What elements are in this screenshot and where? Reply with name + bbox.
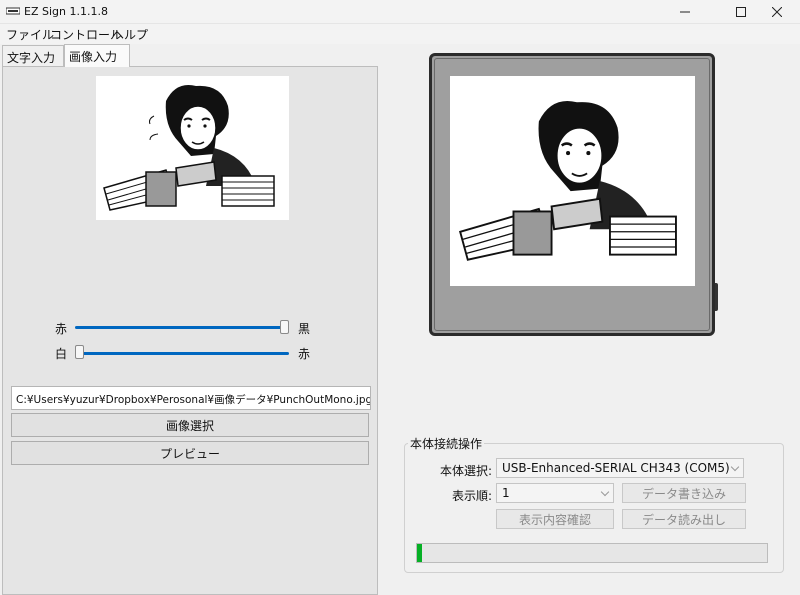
device-select-value: USB-Enhanced-SERIAL CH343 (COM5)	[502, 461, 730, 475]
slider2-track[interactable]	[75, 352, 289, 355]
display-order-select[interactable]: 1	[496, 483, 614, 503]
preview-button[interactable]: プレビュー	[11, 441, 369, 465]
slider2-thumb[interactable]	[75, 345, 84, 359]
device-preview	[429, 53, 715, 336]
slider2-right-label: 赤	[298, 347, 311, 361]
slider2-left-label: 白	[55, 347, 68, 361]
menu-help[interactable]: ヘルプ	[112, 26, 148, 43]
slider1-left-label: 赤	[55, 322, 68, 336]
device-connection-title: 本体接続操作	[408, 435, 485, 452]
progress-bar	[416, 543, 768, 563]
progress-fill	[417, 544, 423, 562]
select-image-button[interactable]: 画像選択	[11, 413, 369, 437]
device-select[interactable]: USB-Enhanced-SERIAL CH343 (COM5)	[496, 458, 744, 478]
file-path-field[interactable]: C:¥Users¥yuzur¥Dropbox¥Perosonal¥画像データ¥P…	[11, 386, 371, 410]
left-panel: 文字入力 画像入力 赤 黒 白 赤 C:¥Users¥yuzur¥Dropbox…	[0, 44, 380, 595]
minimize-button[interactable]	[662, 0, 708, 24]
cartoon-image	[103, 85, 275, 211]
tab-image-input[interactable]: 画像入力	[64, 44, 130, 67]
write-data-button[interactable]: データ書き込み	[622, 483, 746, 503]
title-bar: EZ Sign 1.1.1.8	[0, 0, 800, 24]
maximize-icon	[736, 7, 746, 17]
close-button[interactable]	[754, 0, 800, 24]
device-select-label: 本体選択:	[439, 464, 492, 478]
display-order-label: 表示順:	[451, 489, 492, 503]
minimize-icon	[680, 11, 690, 13]
slider1-track[interactable]	[75, 326, 289, 329]
read-data-button[interactable]: データ読み出し	[622, 509, 746, 529]
menu-bar: ファイル コントロール ヘルプ	[0, 24, 800, 44]
display-order-value: 1	[502, 486, 510, 500]
tab-image-input-panel: 赤 黒 白 赤 C:¥Users¥yuzur¥Dropbox¥Perosonal…	[2, 66, 378, 595]
menu-file[interactable]: ファイル	[6, 26, 54, 43]
window-title: EZ Sign 1.1.1.8	[24, 5, 108, 18]
slider1-thumb[interactable]	[280, 320, 289, 334]
tab-text-input[interactable]: 文字入力	[2, 45, 64, 66]
chevron-down-icon	[730, 462, 740, 472]
source-image-thumbnail	[96, 76, 289, 220]
device-screen	[450, 76, 695, 286]
preview-image	[458, 101, 677, 261]
confirm-display-button[interactable]: 表示内容確認	[496, 509, 614, 529]
chevron-down-icon	[600, 487, 610, 497]
app-icon	[6, 7, 20, 15]
close-icon	[772, 7, 782, 17]
slider1-right-label: 黒	[298, 322, 311, 336]
device-side-button	[715, 283, 718, 311]
